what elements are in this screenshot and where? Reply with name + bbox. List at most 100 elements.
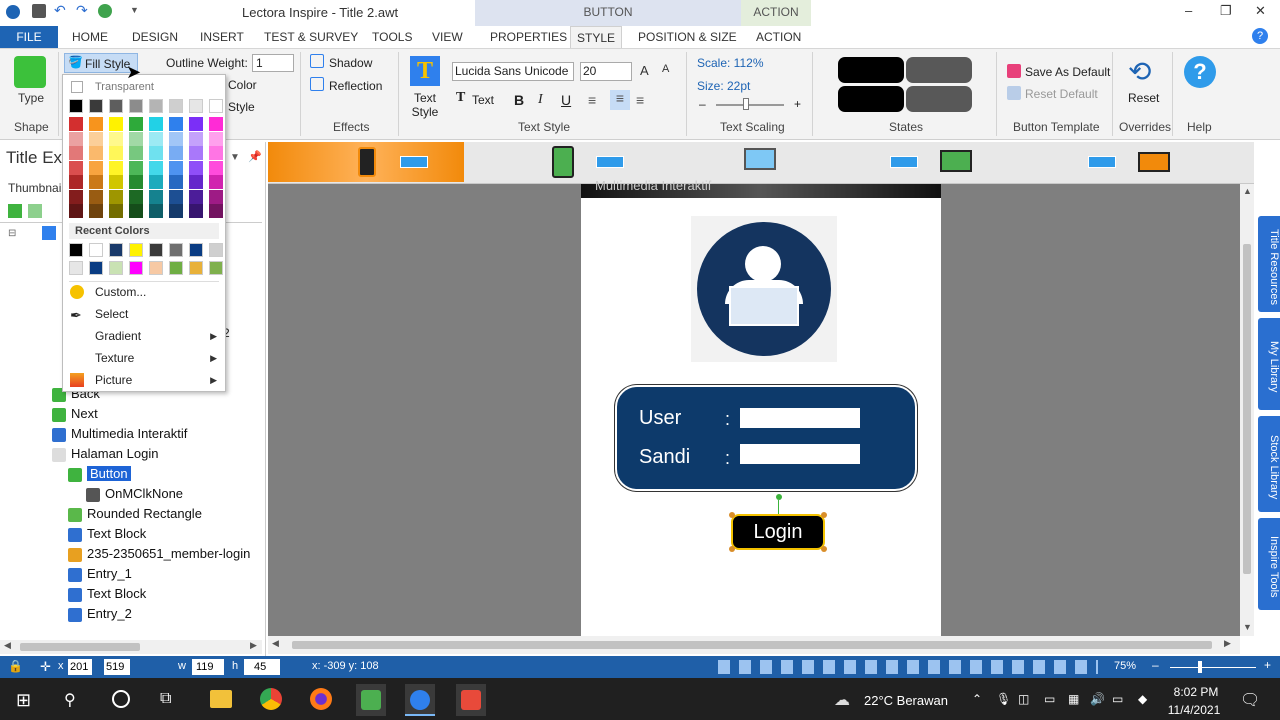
close-button[interactable]: ✕ [1255,3,1266,19]
color-swatch[interactable] [169,99,183,113]
color-swatch[interactable] [189,160,203,175]
recent-color-swatch[interactable] [69,261,83,275]
recent-color-swatch[interactable] [69,243,83,257]
tab-design[interactable]: DESIGN [126,26,184,48]
state-normal-swatch[interactable] [838,57,904,83]
tree-item[interactable]: Entry_1 [68,564,132,584]
tab-home[interactable]: HOME [66,26,114,48]
align-left-icon[interactable]: ≡ [588,92,596,108]
color-swatch[interactable] [129,99,143,113]
microphone-icon[interactable]: 🎙 [996,692,1011,706]
color-swatch[interactable] [129,160,143,175]
tree-item[interactable]: OnMClkNone [86,484,183,504]
color-swatch[interactable] [89,160,103,175]
color-swatch[interactable] [189,117,203,131]
color-swatch[interactable] [209,189,223,204]
color-swatch[interactable] [129,146,143,160]
save-icon[interactable] [32,4,46,18]
zoom-slider[interactable] [1170,667,1256,668]
minimize-button[interactable]: – [1185,3,1192,18]
shape-type-button[interactable] [14,56,46,88]
tab-properties[interactable]: PROPERTIES [484,26,573,48]
color-swatch[interactable] [209,146,223,160]
state-over-swatch[interactable] [906,57,972,83]
color-swatch[interactable] [109,189,123,204]
recent-color-swatch[interactable] [169,243,183,257]
color-swatch[interactable] [69,175,83,189]
color-swatch[interactable] [89,131,103,146]
resize-handle[interactable] [821,512,827,518]
color-swatch[interactable] [169,189,183,204]
canvas-vertical-scrollbar[interactable]: ▲ ▼ [1240,184,1254,636]
windows-start-icon[interactable]: ⊞ [16,690,31,711]
scale-plus-button[interactable]: + [794,97,801,111]
recent-color-swatch[interactable] [89,243,103,257]
color-menu-item[interactable]: Picture ▶ [95,373,223,387]
color-swatch[interactable] [209,117,223,131]
color-swatch[interactable] [69,146,83,160]
reflection-button[interactable]: Reflection [329,79,382,93]
recent-color-swatch[interactable] [109,243,123,257]
y-input[interactable]: 519 [104,659,130,675]
color-swatch[interactable] [129,117,143,131]
outline-color-button[interactable]: Color [228,78,257,92]
show-hidden-icons[interactable]: ⌃ [972,692,982,706]
tree-item[interactable]: Text Block [68,524,146,544]
color-swatch[interactable] [149,160,163,175]
color-swatch[interactable] [109,204,123,218]
color-swatch[interactable] [169,160,183,175]
color-swatch[interactable] [209,99,223,113]
height-input[interactable]: 45 [244,659,280,675]
color-swatch[interactable] [149,204,163,218]
outline-style-button[interactable]: Style [228,100,255,114]
color-swatch[interactable] [69,117,83,131]
tab-insert[interactable]: INSERT [194,26,250,48]
camtasia-taskbar-item[interactable] [356,684,386,716]
tab-tools[interactable]: TOOLS [366,26,418,48]
color-swatch[interactable] [69,160,83,175]
reset-default-button[interactable]: Reset Default [1025,87,1098,101]
weather-text[interactable]: 22°C Berawan [864,693,948,708]
recent-color-swatch[interactable] [149,243,163,257]
color-swatch[interactable] [89,204,103,218]
width-input[interactable]: 119 [192,659,224,675]
camera-icon[interactable]: ◫ [1018,692,1029,706]
color-swatch[interactable] [69,131,83,146]
x-input[interactable]: 201 [68,659,92,675]
align-right-icon[interactable]: ≡ [636,92,644,108]
scale-slider-thumb[interactable] [743,98,749,110]
color-swatch[interactable] [169,146,183,160]
dropbox-icon[interactable]: ◆ [1138,692,1147,706]
task-view-icon[interactable]: ⧉ [160,690,171,708]
recent-color-swatch[interactable] [169,261,183,275]
recorder-taskbar-item[interactable] [456,684,486,716]
recent-color-swatch[interactable] [129,243,143,257]
battery-icon[interactable]: ▭ [1112,692,1123,706]
color-swatch[interactable] [149,175,163,189]
color-swatch[interactable] [169,131,183,146]
alignment-tools[interactable] [718,660,1098,674]
color-menu-item[interactable]: Gradient ▶ [95,329,223,343]
color-swatch[interactable] [109,131,123,146]
color-swatch[interactable] [69,99,83,113]
rotate-handle[interactable] [776,494,782,500]
color-swatch[interactable] [149,117,163,131]
panel-menu-icon[interactable]: ▼ [230,152,240,163]
recent-color-swatch[interactable] [189,243,203,257]
tree-item[interactable]: Next [52,404,98,424]
tree-item[interactable]: Text Block [68,584,146,604]
tab-style[interactable]: STYLE [570,26,622,48]
color-menu-item[interactable]: Custom... [95,285,223,299]
cortana-icon[interactable] [112,690,130,708]
volume-icon[interactable]: 🔊 [1090,692,1105,706]
color-menu-item[interactable]: Texture ▶ [95,351,223,365]
color-swatch[interactable] [189,189,203,204]
color-swatch[interactable] [149,146,163,160]
color-swatch[interactable] [89,189,103,204]
help-icon[interactable]: ? [1184,56,1216,88]
tree-item[interactable]: Rounded Rectangle [68,504,202,524]
color-swatch[interactable] [189,99,203,113]
color-swatch[interactable] [209,175,223,189]
publish-icon[interactable] [98,4,112,18]
recent-color-swatch[interactable] [189,261,203,275]
